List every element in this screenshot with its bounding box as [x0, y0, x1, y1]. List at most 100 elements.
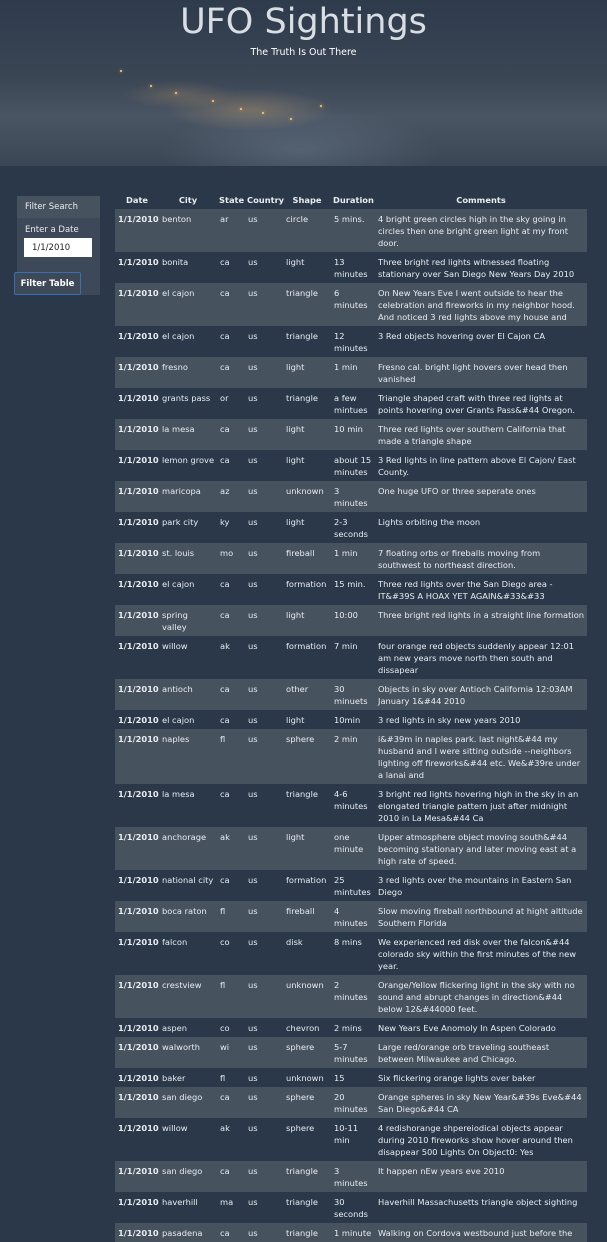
cell-date: 1/1/2010: [118, 1041, 159, 1052]
cell-shape: fireball: [286, 905, 315, 916]
cell-duration: 13 minutes: [334, 256, 368, 279]
cell-shape: sphere: [286, 1122, 315, 1133]
cell-duration: 15 min.: [334, 578, 366, 589]
cell-date: 1/1/2010: [118, 454, 159, 465]
cell-city: bonita: [162, 256, 189, 267]
column-header-city[interactable]: City: [159, 193, 217, 209]
cell-comments: One huge UFO or three seperate ones: [378, 485, 536, 496]
cell-shape: disk: [286, 936, 303, 947]
cell-duration: one minute: [334, 831, 364, 854]
cell-comments: 3 red lights over the mountains in Easte…: [378, 874, 572, 897]
cell-comments: On New Years Eve I went outside to hear …: [378, 287, 575, 322]
cell-date: 1/1/2010: [118, 733, 159, 744]
cell-state: co: [220, 1022, 230, 1033]
cell-comments: Large red/orange orb traveling southeast…: [378, 1041, 550, 1064]
filter-table-button[interactable]: Filter Table: [14, 272, 81, 295]
date-label: Enter a Date: [25, 225, 79, 235]
table-row: 1/1/2010 el cajon ca us triangle 12 minutes 3 …: [115, 326, 587, 357]
cell-state: ak: [220, 1122, 230, 1133]
cell-country: us: [248, 330, 258, 341]
cell-state: ca: [220, 1165, 230, 1176]
cell-city: benton: [162, 213, 192, 224]
column-header-comments[interactable]: Comments: [375, 193, 587, 209]
cell-date: 1/1/2010: [118, 609, 159, 620]
table-row: 1/1/2010 anchorage ak us light one minute Uppe…: [115, 827, 587, 870]
cell-state: fl: [220, 905, 226, 916]
cell-city: haverhill: [162, 1196, 198, 1207]
cell-comments: Fresno cal. bright light hovers over hea…: [378, 361, 568, 384]
cell-shape: triangle: [286, 1196, 318, 1207]
cell-country: us: [248, 516, 258, 527]
column-header-date[interactable]: Date: [115, 193, 159, 209]
cell-date: 1/1/2010: [118, 936, 159, 947]
cell-state: ar: [220, 213, 229, 224]
cell-city: antioch: [162, 683, 193, 694]
cell-country: us: [248, 1072, 258, 1083]
cell-state: ca: [220, 714, 230, 725]
cell-state: ca: [220, 287, 230, 298]
cell-date: 1/1/2010: [118, 714, 159, 725]
cell-shape: light: [286, 361, 305, 372]
cell-duration: 4-6 minutes: [334, 788, 368, 811]
cell-comments: 3 bright red lights hovering high in the…: [378, 788, 579, 823]
cell-duration: 6 minutes: [334, 287, 368, 310]
cell-date: 1/1/2010: [118, 979, 159, 990]
column-header-country[interactable]: Country: [245, 193, 284, 209]
cell-comments: New Years Eve Anomoly In Aspen Colorado: [378, 1022, 556, 1033]
cell-city: fresno: [162, 361, 188, 372]
cell-state: mo: [220, 547, 234, 558]
table-row: 1/1/2010 lemon grove ca us light about 15 min…: [115, 450, 587, 481]
cell-comments: Objects in sky over Antioch California 1…: [378, 683, 573, 706]
table-row: 1/1/2010 san diego ca us triangle 3 minutes It…: [115, 1161, 587, 1192]
cell-duration: about 15 minutes: [334, 454, 372, 477]
cell-shape: unknown: [286, 485, 324, 496]
cell-duration: 10 min: [334, 423, 363, 434]
cell-city: park city: [162, 516, 199, 527]
cell-state: co: [220, 936, 230, 947]
cell-duration: 5 mins.: [334, 213, 365, 224]
cell-date: 1/1/2010: [118, 683, 159, 694]
column-header-duration[interactable]: Duration: [331, 193, 375, 209]
cell-city: baker: [162, 1072, 186, 1083]
cell-comments: 7 floating orbs or fireballs moving from…: [378, 547, 541, 570]
date-input[interactable]: [24, 238, 92, 257]
table-row: 1/1/2010 pasadena ca us triangle 1 minute Walk…: [115, 1223, 587, 1242]
cell-state: az: [220, 485, 230, 496]
cell-comments: Walking on Cordova westbound just before…: [378, 1227, 573, 1238]
cell-date: 1/1/2010: [118, 788, 159, 799]
cell-city: anchorage: [162, 831, 207, 842]
cell-country: us: [248, 1165, 258, 1176]
cell-duration: 15: [334, 1072, 345, 1083]
cell-shape: triangle: [286, 1227, 318, 1238]
cell-duration: 2-3 seconds: [334, 516, 368, 539]
cell-country: us: [248, 1196, 258, 1207]
cell-duration: 10-11 min: [334, 1122, 359, 1145]
table-row: 1/1/2010 national city ca us formation 25 min…: [115, 870, 587, 901]
cell-city: walworth: [162, 1041, 200, 1052]
column-header-state[interactable]: State: [217, 193, 245, 209]
cell-date: 1/1/2010: [118, 547, 159, 558]
cell-country: us: [248, 1041, 258, 1052]
table-row: 1/1/2010 san diego ca us sphere 20 minutes Ora…: [115, 1087, 587, 1118]
cell-comments: 4 redishorange shpereiodical objects app…: [378, 1122, 573, 1157]
cell-country: us: [248, 423, 258, 434]
cell-country: us: [248, 733, 258, 744]
cell-shape: unknown: [286, 1072, 324, 1083]
cell-date: 1/1/2010: [118, 1196, 159, 1207]
cell-shape: other: [286, 683, 309, 694]
cell-state: fl: [220, 979, 226, 990]
cell-city: st. louis: [162, 547, 195, 558]
cell-country: us: [248, 609, 258, 620]
cell-state: ca: [220, 609, 230, 620]
cell-state: ca: [220, 683, 230, 694]
cell-country: us: [248, 1091, 258, 1102]
cell-city: el cajon: [162, 714, 195, 725]
cell-city: el cajon: [162, 578, 195, 589]
cell-duration: 7 min: [334, 640, 358, 651]
cell-shape: circle: [286, 213, 309, 224]
cell-date: 1/1/2010: [118, 516, 159, 527]
cell-shape: formation: [286, 578, 327, 589]
column-header-shape[interactable]: Shape: [283, 193, 331, 209]
cell-state: ca: [220, 578, 230, 589]
cell-state: ca: [220, 1227, 230, 1238]
